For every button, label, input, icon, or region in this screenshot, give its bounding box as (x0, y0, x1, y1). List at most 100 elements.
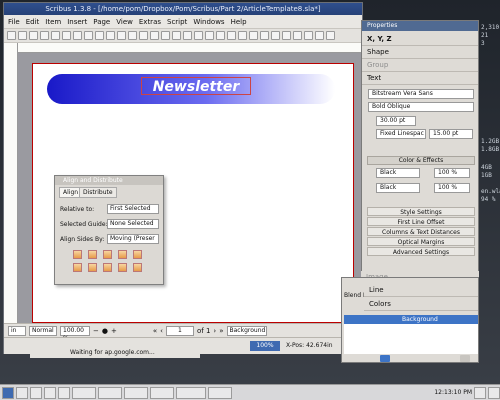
font-family-select[interactable]: Bitstream Vera Sans (368, 89, 474, 99)
tab-distribute[interactable]: Distribute (79, 187, 117, 198)
menu-windows[interactable]: Windows (193, 18, 224, 26)
edit-text-icon[interactable] (260, 31, 269, 40)
section-xyz[interactable]: X, Y, Z (362, 33, 478, 46)
optical-margins-section[interactable]: Optical Margins (367, 237, 475, 246)
menu-file[interactable]: File (8, 18, 20, 26)
task-window-6[interactable] (208, 386, 232, 399)
pdf-field-icon[interactable] (326, 31, 335, 40)
cut-icon[interactable] (106, 31, 115, 40)
line-icon[interactable] (205, 31, 214, 40)
section-text[interactable]: Text (362, 72, 478, 85)
font-style-select[interactable]: Bold Oblique (368, 102, 474, 112)
measure-icon[interactable] (293, 31, 302, 40)
show-desktop-icon[interactable] (16, 386, 28, 399)
window-titlebar[interactable]: Scribus 1.3.8 - [/home/pom/Dropbox/Pom/S… (4, 3, 362, 15)
task-window-1[interactable] (72, 386, 96, 399)
copy-icon[interactable] (117, 31, 126, 40)
align-bottom-outside-icon[interactable] (133, 263, 142, 272)
save-icon[interactable] (29, 31, 38, 40)
font-size-input[interactable]: 30.00 pt (376, 116, 416, 126)
align-top-icon[interactable] (73, 263, 82, 272)
style-settings-section[interactable]: Style Settings (367, 207, 475, 216)
first-page-icon[interactable]: « (153, 327, 157, 335)
print-icon[interactable] (51, 31, 60, 40)
open-icon[interactable] (18, 31, 27, 40)
menu-item[interactable]: Item (45, 18, 61, 26)
table-icon[interactable] (172, 31, 181, 40)
linespacing-input[interactable]: 15.00 pt (429, 129, 473, 139)
fill-color-select[interactable]: Black (376, 183, 420, 193)
layer-select[interactable]: Background (226, 325, 267, 336)
preflight-icon[interactable] (62, 31, 71, 40)
menu-script[interactable]: Script (167, 18, 187, 26)
menu-edit[interactable]: Edit (26, 18, 40, 26)
stroke-color-select[interactable]: Black (376, 168, 420, 178)
align-sides-select[interactable]: Moving (Preser (107, 234, 159, 244)
properties-titlebar[interactable]: Properties (362, 21, 478, 31)
linespacing-mode-select[interactable]: Fixed Linespac (376, 129, 426, 139)
align-right-icon[interactable] (103, 250, 112, 259)
menu-extras[interactable]: Extras (139, 18, 161, 26)
close-icon[interactable] (40, 31, 49, 40)
prev-page-icon[interactable]: ‹ (160, 327, 163, 335)
menu-help[interactable]: Help (231, 18, 247, 26)
last-page-icon[interactable]: » (219, 327, 223, 335)
fill-shade-input[interactable]: 100 % (434, 183, 470, 193)
undo-icon[interactable] (84, 31, 93, 40)
align-center-h-icon[interactable] (88, 250, 97, 259)
menu-page[interactable]: Page (93, 18, 110, 26)
delete-layer-icon[interactable] (460, 355, 470, 362)
eyedropper-icon[interactable] (304, 31, 313, 40)
pdf-button-icon[interactable] (315, 31, 324, 40)
page-number-input[interactable]: 1 (165, 325, 194, 336)
align-bottom-icon[interactable] (103, 263, 112, 272)
new-icon[interactable] (7, 31, 16, 40)
bezier-icon[interactable] (216, 31, 225, 40)
link-frames-icon[interactable] (271, 31, 280, 40)
zoom-out-icon[interactable]: − (93, 327, 99, 335)
section-colors[interactable]: Colors (364, 298, 478, 311)
task-window-2[interactable] (98, 386, 122, 399)
section-shape[interactable]: Shape (362, 46, 478, 59)
text-frame-icon[interactable] (150, 31, 159, 40)
paste-icon[interactable] (128, 31, 137, 40)
menu-view[interactable]: View (116, 18, 133, 26)
add-layer-icon[interactable] (380, 355, 390, 362)
file-manager-icon[interactable] (30, 386, 42, 399)
align-left-icon[interactable] (73, 250, 82, 259)
layer-row-background[interactable]: Background (344, 315, 478, 324)
advanced-settings-section[interactable]: Advanced Settings (367, 247, 475, 256)
redo-icon[interactable] (95, 31, 104, 40)
taskbar-clock[interactable]: 12:13:10 PM (434, 389, 472, 396)
align-left-outside-icon[interactable] (118, 250, 127, 259)
align-center-v-icon[interactable] (88, 263, 97, 272)
tray-volume-icon[interactable] (488, 386, 500, 399)
first-line-offset-section[interactable]: First Line Offset (367, 217, 475, 226)
freehand-icon[interactable] (227, 31, 236, 40)
task-window-4[interactable] (150, 386, 174, 399)
mode-select[interactable]: Normal (29, 325, 57, 336)
zoom-icon[interactable] (249, 31, 258, 40)
browser-icon[interactable] (44, 386, 56, 399)
pdf-icon[interactable] (73, 31, 82, 40)
relative-to-select[interactable]: First Selected (107, 204, 159, 214)
rotate-icon[interactable] (238, 31, 247, 40)
task-window-5[interactable] (176, 386, 206, 399)
start-menu-icon[interactable] (2, 386, 14, 399)
polygon-icon[interactable] (194, 31, 203, 40)
stroke-shade-input[interactable]: 100 % (434, 168, 470, 178)
selected-guide-field[interactable]: None Selected (107, 219, 159, 229)
banner-title-frame[interactable]: Newsletter (141, 77, 251, 95)
section-line[interactable]: Line (364, 284, 478, 297)
tray-network-icon[interactable] (474, 386, 486, 399)
dialog-title[interactable]: Align and Distribute (55, 176, 163, 185)
select-icon[interactable] (139, 31, 148, 40)
columns-text-distances-section[interactable]: Columns & Text Distances (367, 227, 475, 236)
newsletter-banner[interactable]: Newsletter (47, 74, 335, 104)
color-effects-header[interactable]: Color & Effects (367, 156, 475, 165)
unlink-frames-icon[interactable] (282, 31, 291, 40)
zoom-in-icon[interactable]: + (111, 327, 117, 335)
zoom-100-icon[interactable]: ● (102, 327, 108, 335)
next-page-icon[interactable]: › (213, 327, 216, 335)
align-right-outside-icon[interactable] (133, 250, 142, 259)
